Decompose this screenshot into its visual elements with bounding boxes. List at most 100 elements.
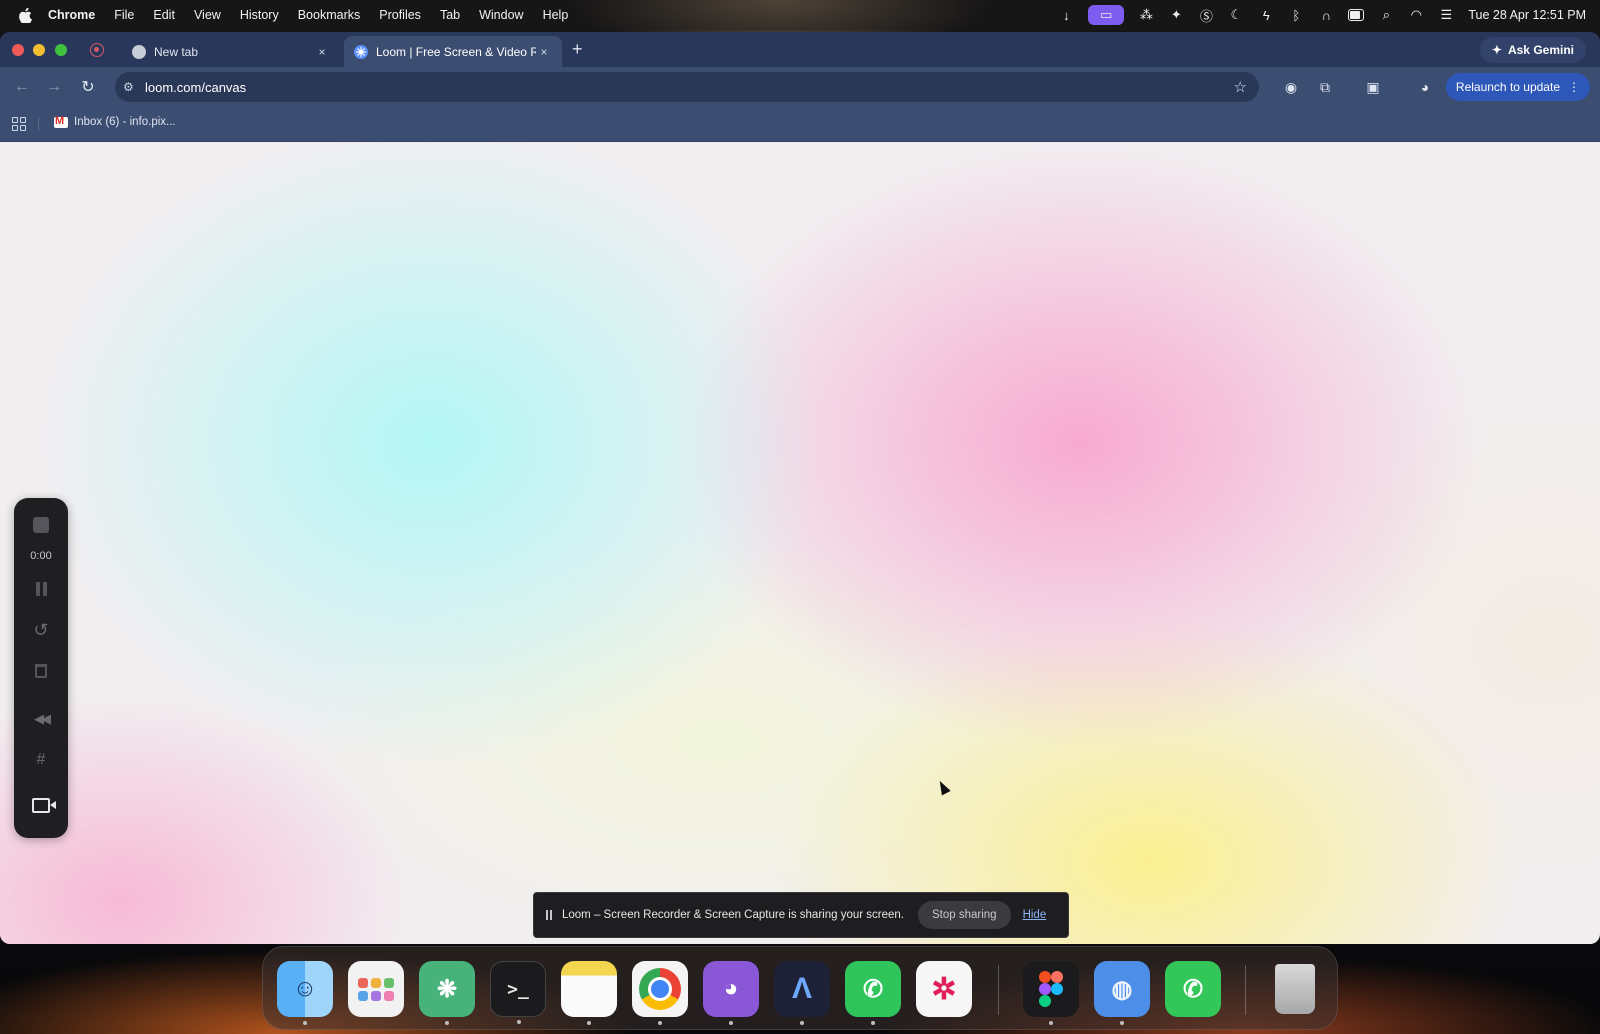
close-window-button[interactable] [12,44,24,56]
puzzle-icon[interactable]: ⧉ [1316,78,1334,96]
moon-icon[interactable]: ☾ [1228,7,1244,23]
rewind-icon[interactable]: ◀◀ [14,710,68,728]
menu-clock[interactable]: Tue 28 Apr 12:51 PM [1468,8,1586,22]
recording-timer: 0:00 [30,550,52,562]
bookmark-inbox[interactable]: Inbox (6) - info.pix... [54,115,176,128]
terminal-icon[interactable]: >_ [490,961,546,1024]
chrome-icon [132,44,146,59]
menu-edit[interactable]: Edit [153,8,175,22]
restart-icon[interactable]: ↺ [14,620,68,640]
trash-icon[interactable] [14,660,68,682]
stop-icon [33,517,49,533]
new-tab-button[interactable]: + [572,39,583,60]
bookmarks-bar: Inbox (6) - info.pix... [0,107,1600,142]
reload-icon[interactable]: ↻ [78,77,98,97]
search-icon[interactable]: ⌕ [1378,7,1394,23]
menu-history[interactable]: History [240,8,279,22]
finder-icon[interactable]: ☺ [277,961,333,1025]
tab-strip: New tab × Loom | Free Screen & Video R ×… [0,32,1600,67]
close-tab-icon[interactable]: × [314,45,330,59]
launchpad-icon[interactable] [348,961,404,1017]
forward-icon[interactable]: → [44,77,64,97]
back-icon[interactable]: ← [12,77,32,97]
drag-handle-icon[interactable] [546,910,554,920]
slack-icon[interactable]: ✲ [916,961,972,1017]
camera-icon-body [32,797,56,813]
ask-gemini-label: Ask Gemini [1507,43,1574,57]
dock: ☺ ❋ >_ ◕ Λ ✆ ✲ ◍ ✆ [262,946,1338,1030]
menu-tab[interactable]: Tab [440,8,460,22]
address-bar[interactable]: ⚙ loom.com/canvas ☆ [115,72,1259,102]
pause-button[interactable] [14,580,68,598]
wifi-icon[interactable]: ◠ [1408,7,1424,23]
menu-bookmarks[interactable]: Bookmarks [298,8,361,22]
menu-profiles[interactable]: Profiles [379,8,421,22]
relaunch-label: Relaunch to update [1455,80,1560,94]
menu-help[interactable]: Help [543,8,569,22]
sharing-message: Loom – Screen Recorder & Screen Capture … [562,909,904,921]
more-vert-icon[interactable]: ⋮ [1568,80,1580,94]
menu-bar: Chrome File Edit View History Bookmarks … [0,0,1600,30]
menu-view[interactable]: View [194,8,221,22]
profile-avatar[interactable]: ◕ [1416,78,1434,96]
phone-icon[interactable]: ✆ [1165,961,1221,1017]
site-info-icon[interactable]: ⚙ [123,80,139,94]
bookmark-star-icon[interactable]: ☆ [1234,78,1247,96]
minimize-window-button[interactable] [33,44,45,56]
trash-icon-body [35,664,47,678]
stop-sharing-button[interactable]: Stop sharing [917,901,1011,929]
menu-window[interactable]: Window [479,8,523,22]
recording-indicator-icon[interactable] [90,43,104,57]
arrow-down-icon[interactable]: ↓ [1058,7,1074,23]
camera-icon[interactable] [14,794,68,816]
close-tab-icon[interactable]: × [536,45,552,59]
tab-new-tab[interactable]: New tab × [122,36,340,67]
tab-title: New tab [154,44,199,59]
apps-grid-icon[interactable] [12,117,26,131]
pause-icon-bar [42,582,47,596]
figma-icon[interactable] [1023,961,1079,1025]
loom-icon [354,44,368,59]
grid-icon[interactable]: # [14,750,68,770]
dock-divider [1245,965,1246,1015]
whatsapp-icon[interactable]: ✆ [845,961,901,1025]
chatgpt-icon[interactable]: ❋ [419,961,475,1025]
ask-gemini-button[interactable]: ✦ Ask Gemini [1479,37,1586,63]
hide-button[interactable]: Hide [1023,909,1047,921]
status-area: ↓ ▭ ⁂ ✦ Ⓢ ☾ ϟ ᛒ ∩ ⌕ ◠ ☰ Tue 28 Apr 12:51… [1058,0,1586,30]
bolt-icon[interactable]: ϟ [1258,7,1274,23]
arc-icon[interactable]: Λ [774,961,830,1025]
system-app-icon[interactable]: ◍ [1094,961,1150,1025]
bookmarks-divider [38,117,39,131]
sparkle-icon[interactable]: ✦ [1168,7,1184,23]
skype-icon[interactable]: Ⓢ [1198,7,1214,24]
battery-icon[interactable] [1348,7,1365,23]
cast-icon[interactable]: ▣ [1364,78,1382,96]
pause-icon [35,582,40,596]
stop-recording-button[interactable] [14,514,68,536]
relaunch-to-update-button[interactable]: Relaunch to update ⋮ [1445,73,1590,101]
extension-icon[interactable]: ◉ [1282,78,1300,96]
menu-file[interactable]: File [114,8,134,22]
notes-icon[interactable] [561,961,617,1025]
loom-canvas[interactable]: 0:00 ↺ ◀◀ # [0,142,1600,944]
screen-share-icon[interactable]: ▭ [1088,5,1125,25]
trash-icon[interactable] [1267,961,1323,1017]
menu-app-name[interactable]: Chrome [48,8,95,22]
headphones-icon[interactable]: ∩ [1318,7,1334,23]
url-text[interactable]: loom.com/canvas [145,80,246,95]
screen-sharing-bar: Loom – Screen Recorder & Screen Capture … [533,892,1069,938]
zoom-window-button[interactable] [55,44,67,56]
dock-divider [998,965,999,1015]
chrome-icon[interactable] [632,961,688,1025]
figma-icon[interactable]: ⁂ [1138,7,1154,23]
browser-toolbar: ← → ↻ ⚙ loom.com/canvas ☆ ◉ ⧉ ▣ ◕ Relaun… [0,67,1600,107]
loom-recording-controls: 0:00 ↺ ◀◀ # [14,498,68,838]
control-center-icon[interactable]: ☰ [1438,7,1454,23]
bluetooth-icon[interactable]: ᛒ [1288,7,1304,23]
gemini-icon: ✦ [1491,43,1502,57]
apple-icon[interactable] [16,7,34,23]
github-icon[interactable]: ◕ [703,961,759,1025]
tab-loom[interactable]: Loom | Free Screen & Video R × [344,36,562,67]
tab-title: Loom | Free Screen & Video R [376,44,536,59]
